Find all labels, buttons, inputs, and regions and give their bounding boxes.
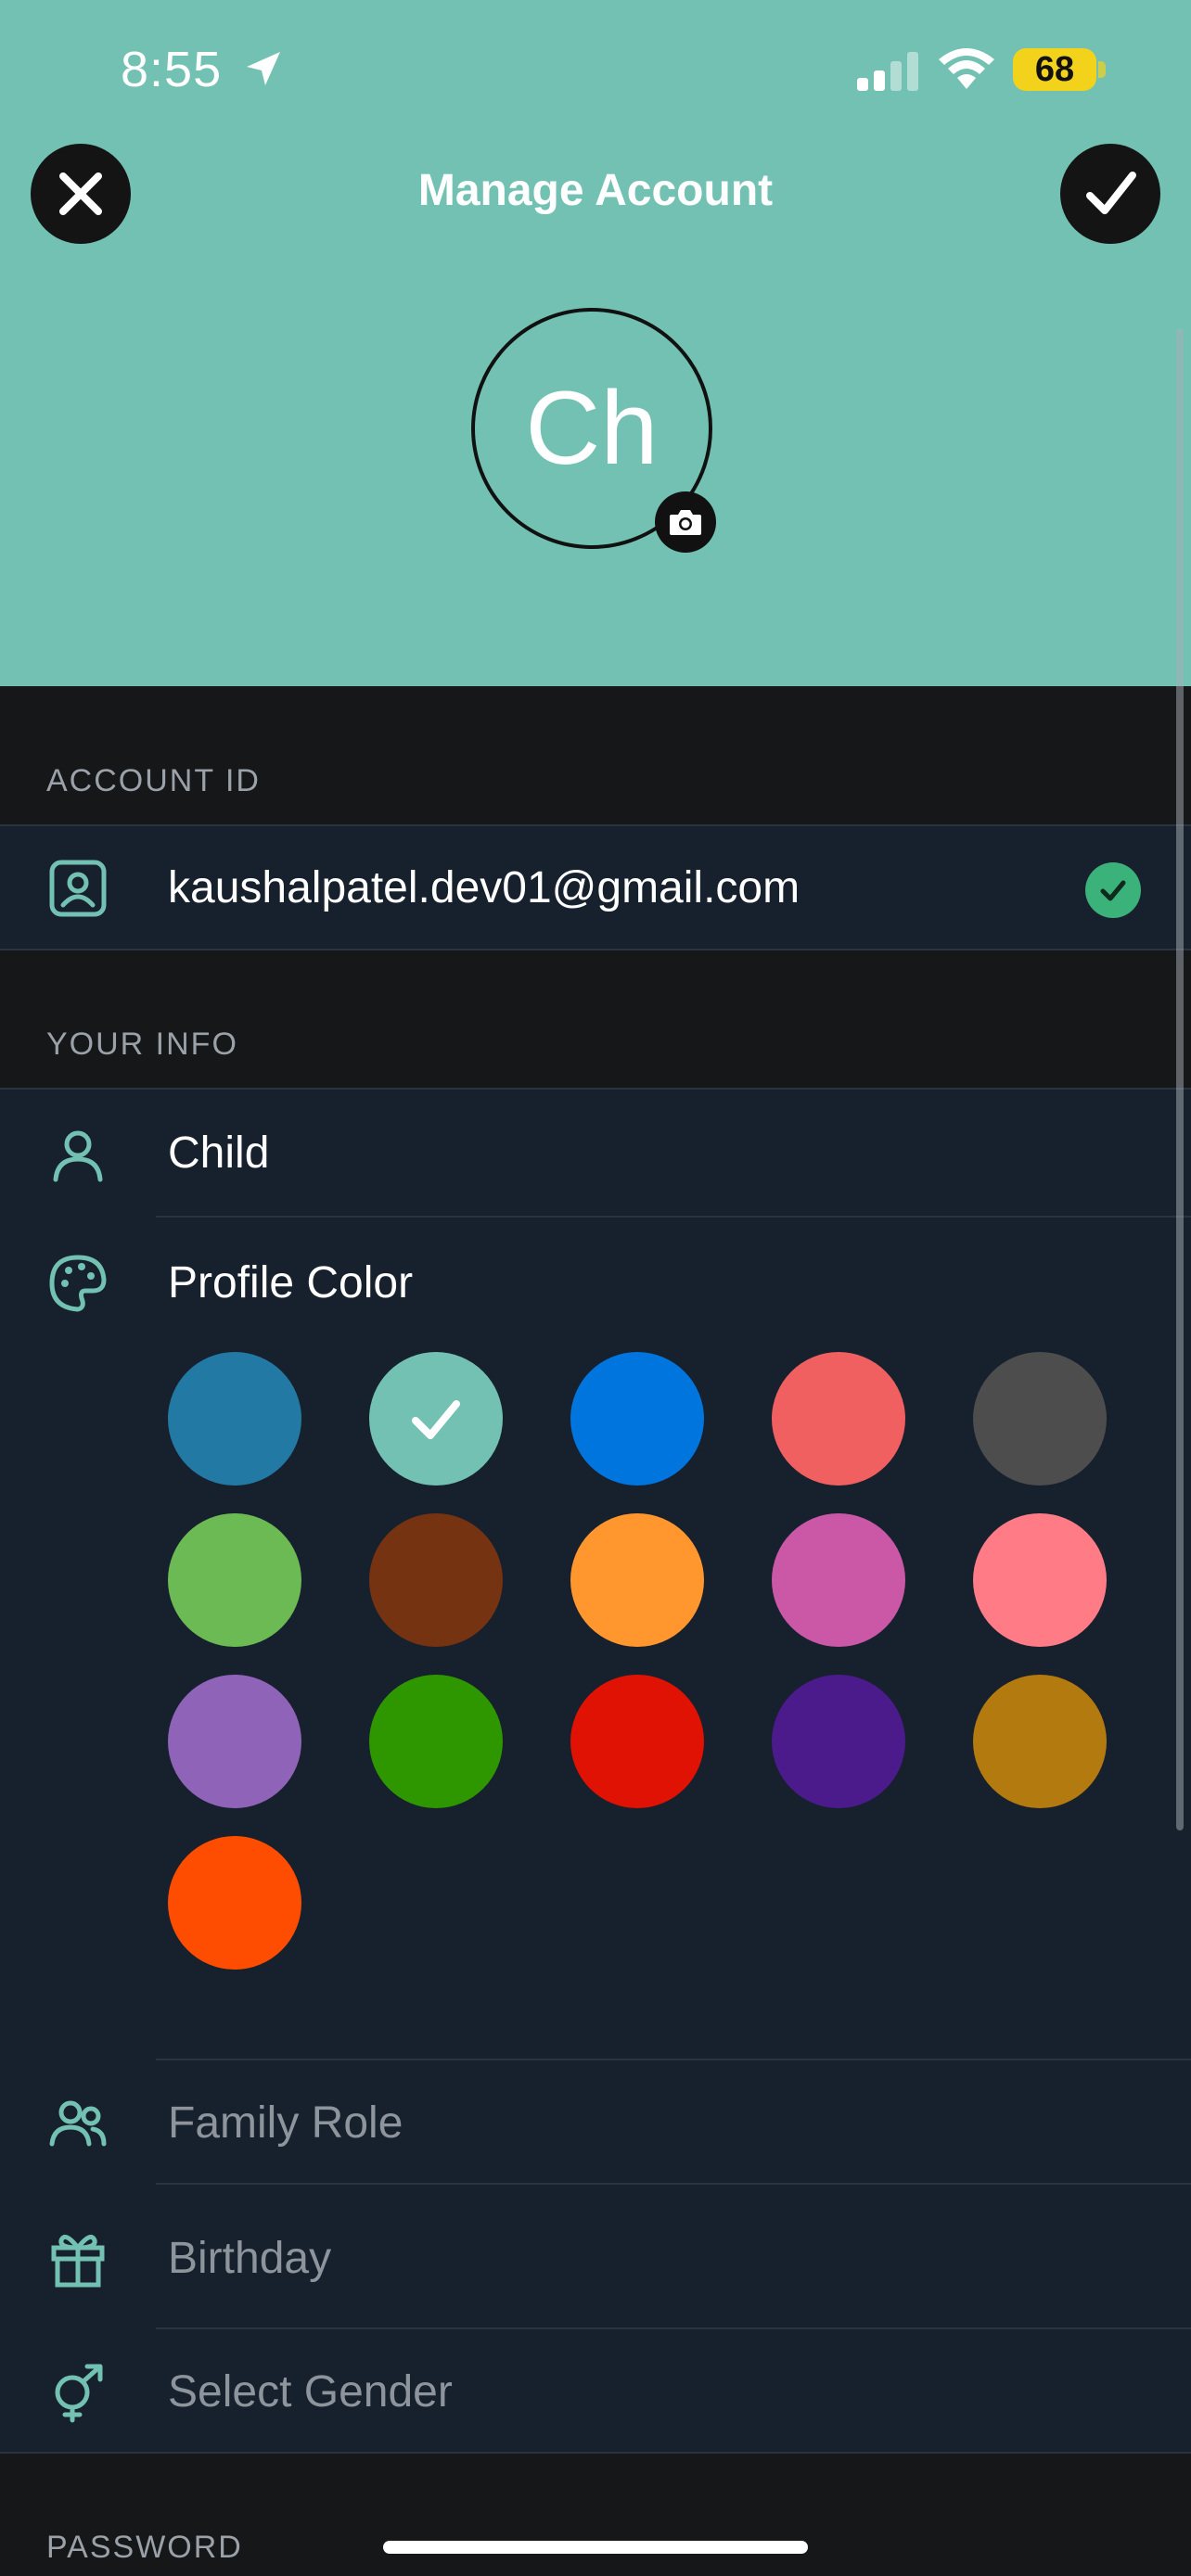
selected-check-icon [412, 1400, 460, 1439]
color-swatch[interactable] [168, 1352, 301, 1486]
gender-field[interactable]: Select Gender [168, 2366, 453, 2417]
password-section-label: PASSWORD [46, 2530, 243, 2565]
divider [0, 2452, 1191, 2454]
divider [156, 2327, 1191, 2329]
color-swatch[interactable] [570, 1675, 704, 1808]
color-swatch[interactable] [772, 1675, 905, 1808]
divider [156, 2059, 1191, 2060]
color-swatch[interactable] [369, 1513, 503, 1647]
name-field[interactable]: Child [168, 1128, 269, 1179]
gender-icon [55, 2364, 103, 2423]
color-swatch[interactable] [973, 1675, 1107, 1808]
color-swatch[interactable] [369, 1352, 503, 1486]
color-swatch[interactable] [168, 1836, 301, 1970]
your-info-section-label: YOUR INFO [46, 1027, 238, 1062]
account-email: kaushalpatel.dev01@gmail.com [168, 863, 800, 912]
divider [156, 1216, 1191, 1218]
cellular-signal-icon [857, 52, 918, 91]
battery-tip [1098, 61, 1106, 78]
wifi-icon [939, 48, 994, 89]
check-icon [1086, 172, 1136, 214]
color-swatch[interactable] [570, 1513, 704, 1647]
account-id-section-label: ACCOUNT ID [46, 763, 261, 798]
color-swatch[interactable] [168, 1513, 301, 1647]
color-swatch[interactable] [973, 1513, 1107, 1647]
palette-icon [49, 1255, 107, 1312]
divider [156, 2183, 1191, 2185]
location-arrow-icon [247, 52, 280, 85]
contact-card-icon [49, 860, 107, 917]
color-swatch[interactable] [570, 1352, 704, 1486]
divider [0, 824, 1191, 826]
color-swatch[interactable] [772, 1352, 905, 1486]
family-role-field[interactable]: Family Role [168, 2098, 403, 2149]
verified-check-icon [1100, 880, 1126, 901]
profile-color-label: Profile Color [168, 1258, 414, 1307]
camera-icon [670, 510, 701, 535]
color-swatch[interactable] [973, 1352, 1107, 1486]
color-swatch[interactable] [772, 1513, 905, 1647]
status-time: 8:55 [121, 42, 223, 97]
divider [0, 949, 1191, 950]
header: 8:55 68 Manage Account Ch [0, 0, 1191, 686]
people-icon [49, 2100, 107, 2147]
battery-level: 68 [1013, 48, 1096, 91]
gift-icon [51, 2234, 105, 2288]
verified-badge [1085, 862, 1141, 918]
person-icon [53, 1130, 103, 1182]
color-swatch[interactable] [168, 1675, 301, 1808]
change-photo-button[interactable] [655, 491, 716, 553]
color-swatch[interactable] [369, 1675, 503, 1808]
page-title: Manage Account [417, 166, 774, 215]
home-indicator [383, 2541, 808, 2554]
save-button[interactable] [1060, 144, 1160, 244]
scrollbar[interactable] [1176, 328, 1184, 1830]
birthday-field[interactable]: Birthday [168, 2233, 331, 2284]
